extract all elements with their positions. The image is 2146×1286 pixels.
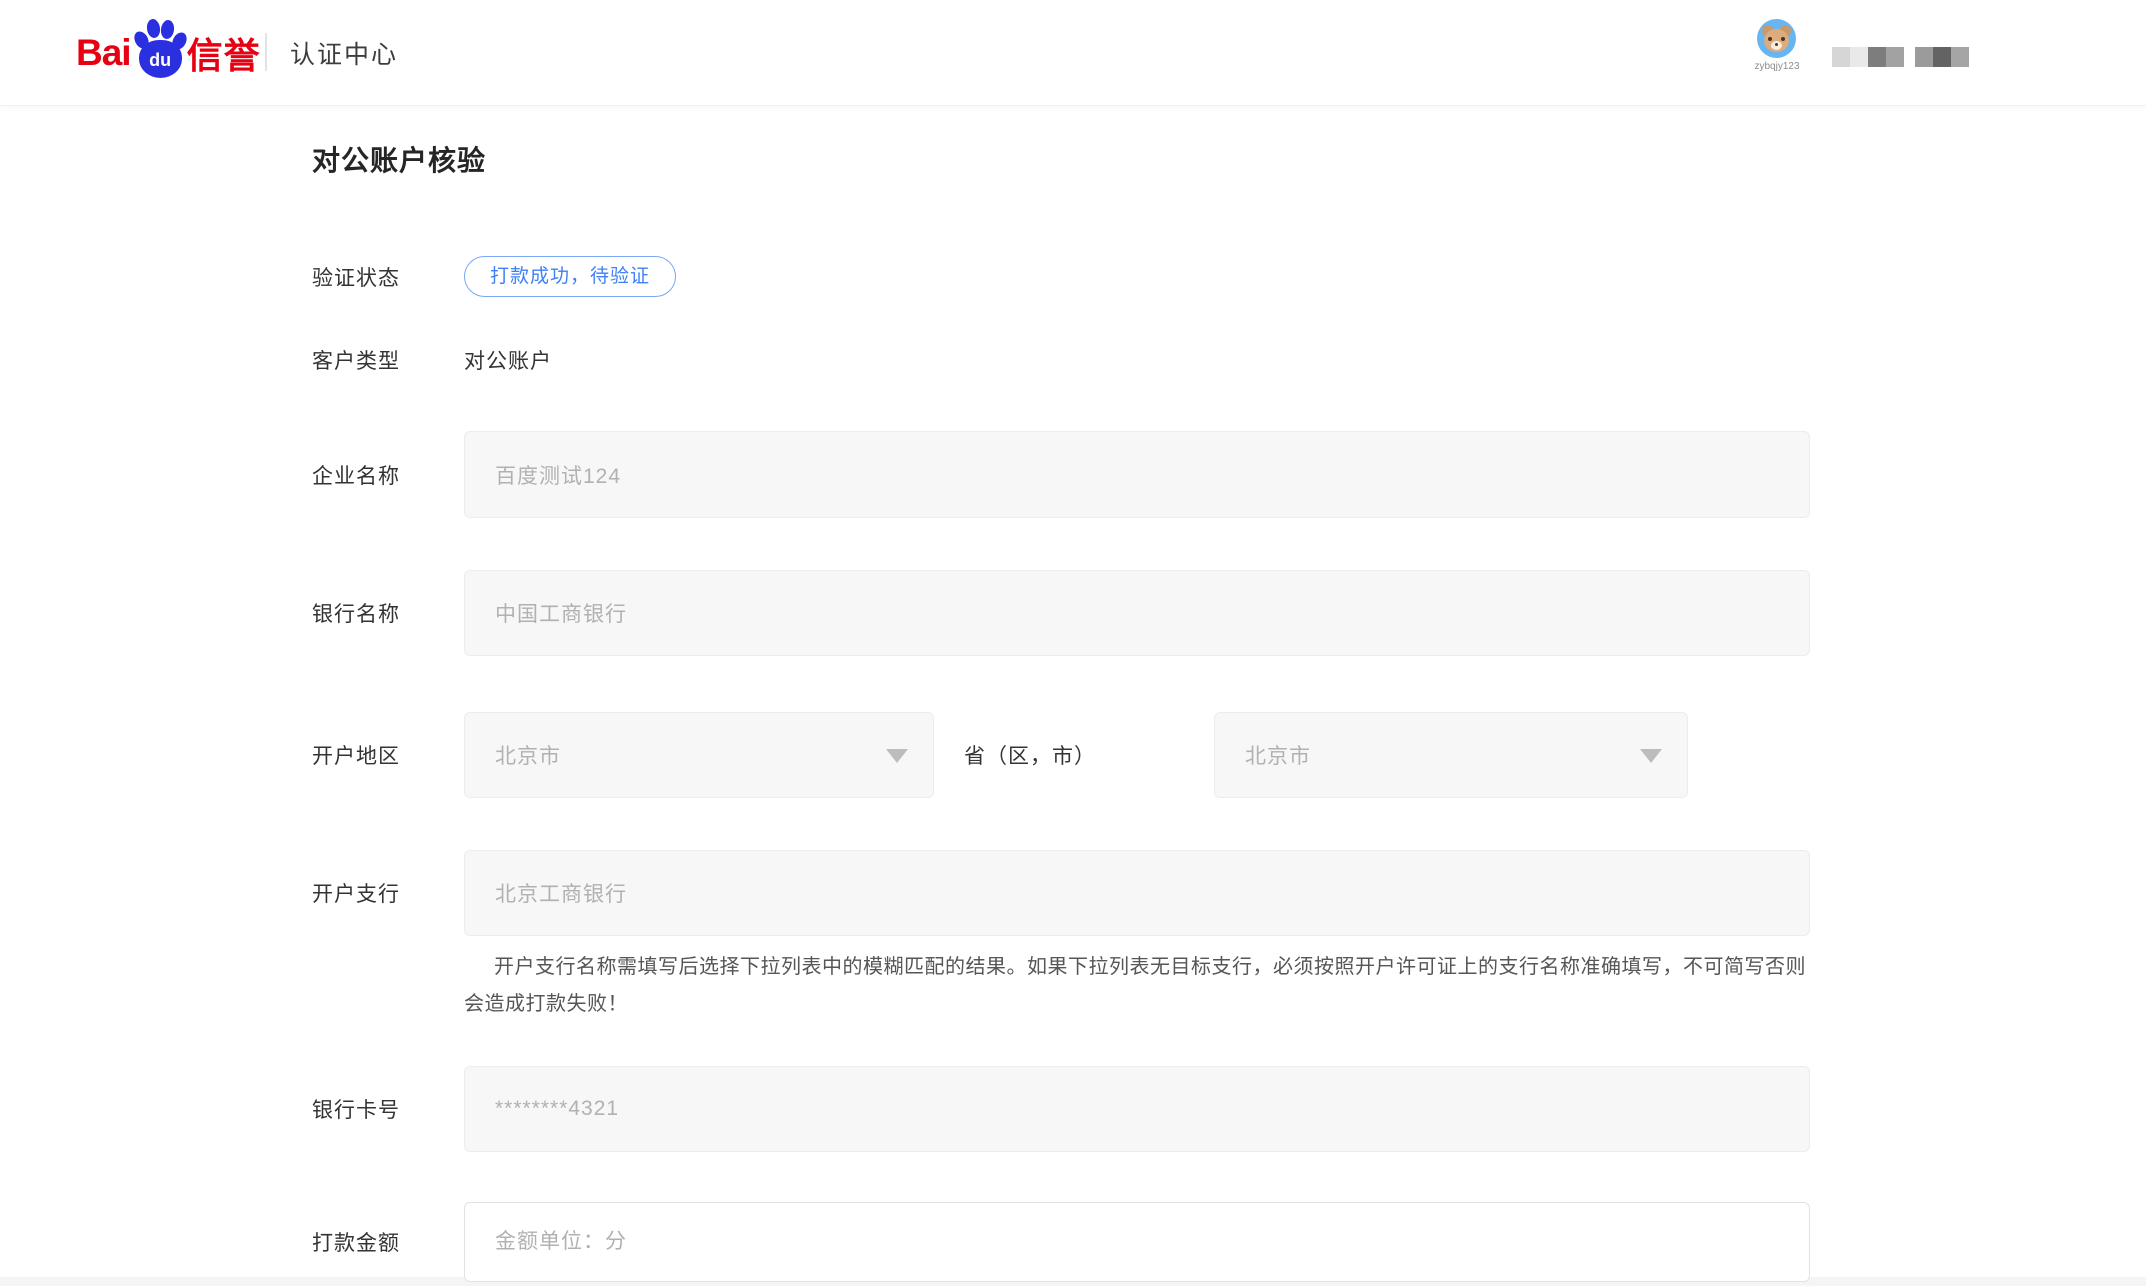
row-card-number: 银行卡号 ********4321: [312, 1066, 1810, 1152]
logo-text-xinyu: 信誉: [187, 27, 261, 79]
row-customer-type: 客户类型 对公账户: [312, 340, 1810, 380]
branch-help-text: 开户支行名称需填写后选择下拉列表中的模糊匹配的结果。如果下拉列表无目标支行，必须…: [464, 949, 1816, 1023]
province-suffix-label: 省（区，市）: [964, 740, 1096, 770]
site-title: 认证中心: [290, 0, 398, 106]
baidu-xinyu-logo[interactable]: Bai du 信誉: [76, 0, 261, 106]
company-name-input[interactable]: 百度测试124: [464, 431, 1810, 518]
province-select[interactable]: 北京市: [464, 712, 934, 798]
logo-text-du: du: [149, 50, 171, 71]
row-payment-amount: 打款金额: [312, 1202, 1810, 1282]
province-select-value: 北京市: [495, 740, 561, 770]
bank-name-input[interactable]: 中国工商银行: [464, 570, 1810, 656]
chevron-down-icon: [1640, 749, 1662, 763]
row-bank-branch: 开户支行 北京工商银行: [312, 850, 1810, 936]
status-badge: 打款成功，待验证: [464, 256, 676, 297]
user-avatar[interactable]: [1757, 19, 1796, 58]
logo-text-bai: Bai: [76, 32, 131, 74]
page-title: 对公账户核验: [312, 139, 486, 179]
header-divider: [265, 33, 267, 71]
chevron-down-icon: [886, 749, 908, 763]
verification-status-label: 验证状态: [312, 262, 464, 292]
card-number-input[interactable]: ********4321: [464, 1066, 1810, 1152]
customer-type-value: 对公账户: [464, 345, 552, 375]
city-select-value: 北京市: [1245, 740, 1311, 770]
bank-branch-label: 开户支行: [312, 878, 464, 908]
payment-amount-input[interactable]: [464, 1202, 1810, 1282]
customer-type-label: 客户类型: [312, 345, 464, 375]
city-select[interactable]: 北京市: [1214, 712, 1688, 798]
company-name-label: 企业名称: [312, 460, 464, 490]
username-label: zybqjy123: [1741, 61, 1813, 72]
account-verification-page: Bai du 信誉 认证中心 zybqjy123 对: [0, 0, 2146, 1286]
bank-region-label: 开户地区: [312, 740, 464, 770]
redacted-account-name: [1832, 47, 1969, 67]
row-company-name: 企业名称 百度测试124: [312, 431, 1810, 518]
row-bank-name: 银行名称 中国工商银行: [312, 570, 1810, 656]
bank-name-label: 银行名称: [312, 598, 464, 628]
payment-amount-label: 打款金额: [312, 1227, 464, 1257]
bank-branch-input[interactable]: 北京工商银行: [464, 850, 1810, 936]
header: Bai du 信誉 认证中心 zybqjy123: [0, 0, 2146, 106]
row-verification-status: 验证状态 打款成功，待验证: [312, 256, 1810, 297]
card-number-label: 银行卡号: [312, 1094, 464, 1124]
row-bank-region: 开户地区 北京市 省（区，市） 北京市: [312, 712, 1810, 798]
baidu-paw-icon: du: [134, 18, 186, 78]
